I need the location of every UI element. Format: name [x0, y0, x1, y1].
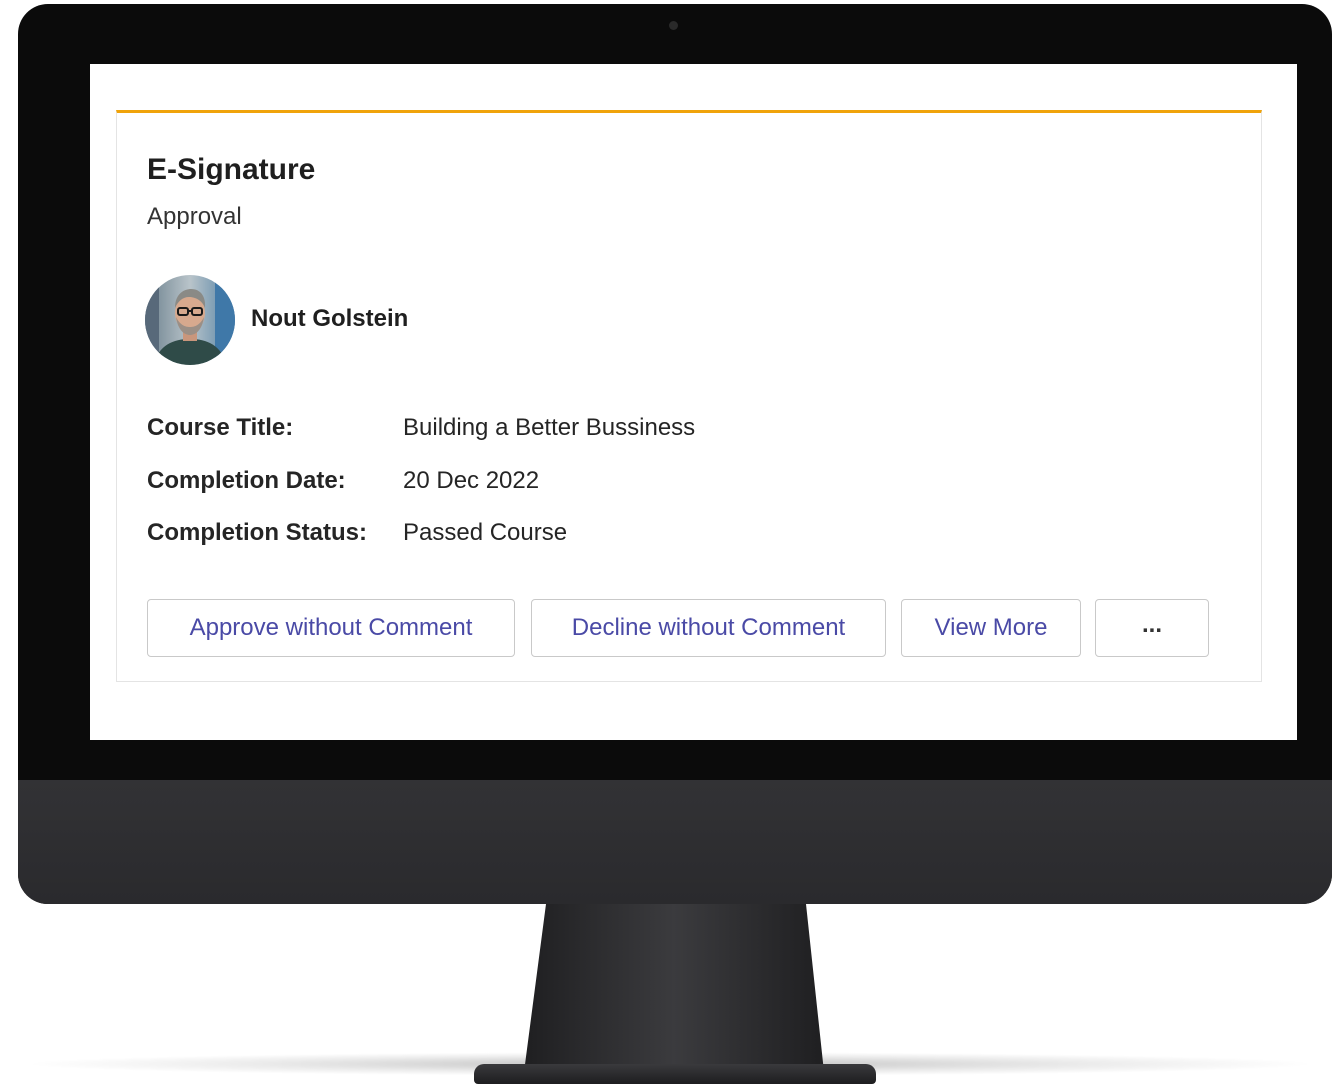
avatar — [145, 275, 235, 365]
avatar-photo-icon — [145, 275, 235, 365]
user-name: Nout Golstein — [251, 305, 409, 332]
fact-label: Completion Date: — [147, 466, 346, 494]
fact-label: Course Title: — [147, 414, 294, 441]
camera-icon — [669, 21, 678, 30]
fact-label: Completion Status: — [147, 519, 367, 546]
fact-value: Passed Course — [403, 519, 568, 546]
scene: E-Signature Approval Nout Golstein Cours… — [0, 0, 1332, 1085]
card-subtitle: Approval — [147, 203, 242, 230]
fact-value: 20 Dec 2022 — [403, 466, 540, 494]
monitor-chin — [18, 780, 1332, 904]
monitor-stand — [524, 904, 824, 1084]
monitor: E-Signature Approval Nout Golstein Cours… — [18, 4, 1332, 904]
approval-card: E-Signature Approval Nout Golstein Cours… — [116, 110, 1262, 682]
more-options-button[interactable]: ... — [1095, 599, 1209, 657]
screen: E-Signature Approval Nout Golstein Cours… — [90, 64, 1297, 740]
view-more-button[interactable]: View More — [901, 599, 1081, 657]
approve-without-comment-button[interactable]: Approve without Comment — [147, 599, 515, 657]
monitor-stand-base — [474, 1064, 876, 1084]
card-title: E-Signature — [147, 153, 316, 186]
decline-without-comment-button[interactable]: Decline without Comment — [531, 599, 886, 657]
fact-value: Building a Better Bussiness — [403, 414, 696, 441]
